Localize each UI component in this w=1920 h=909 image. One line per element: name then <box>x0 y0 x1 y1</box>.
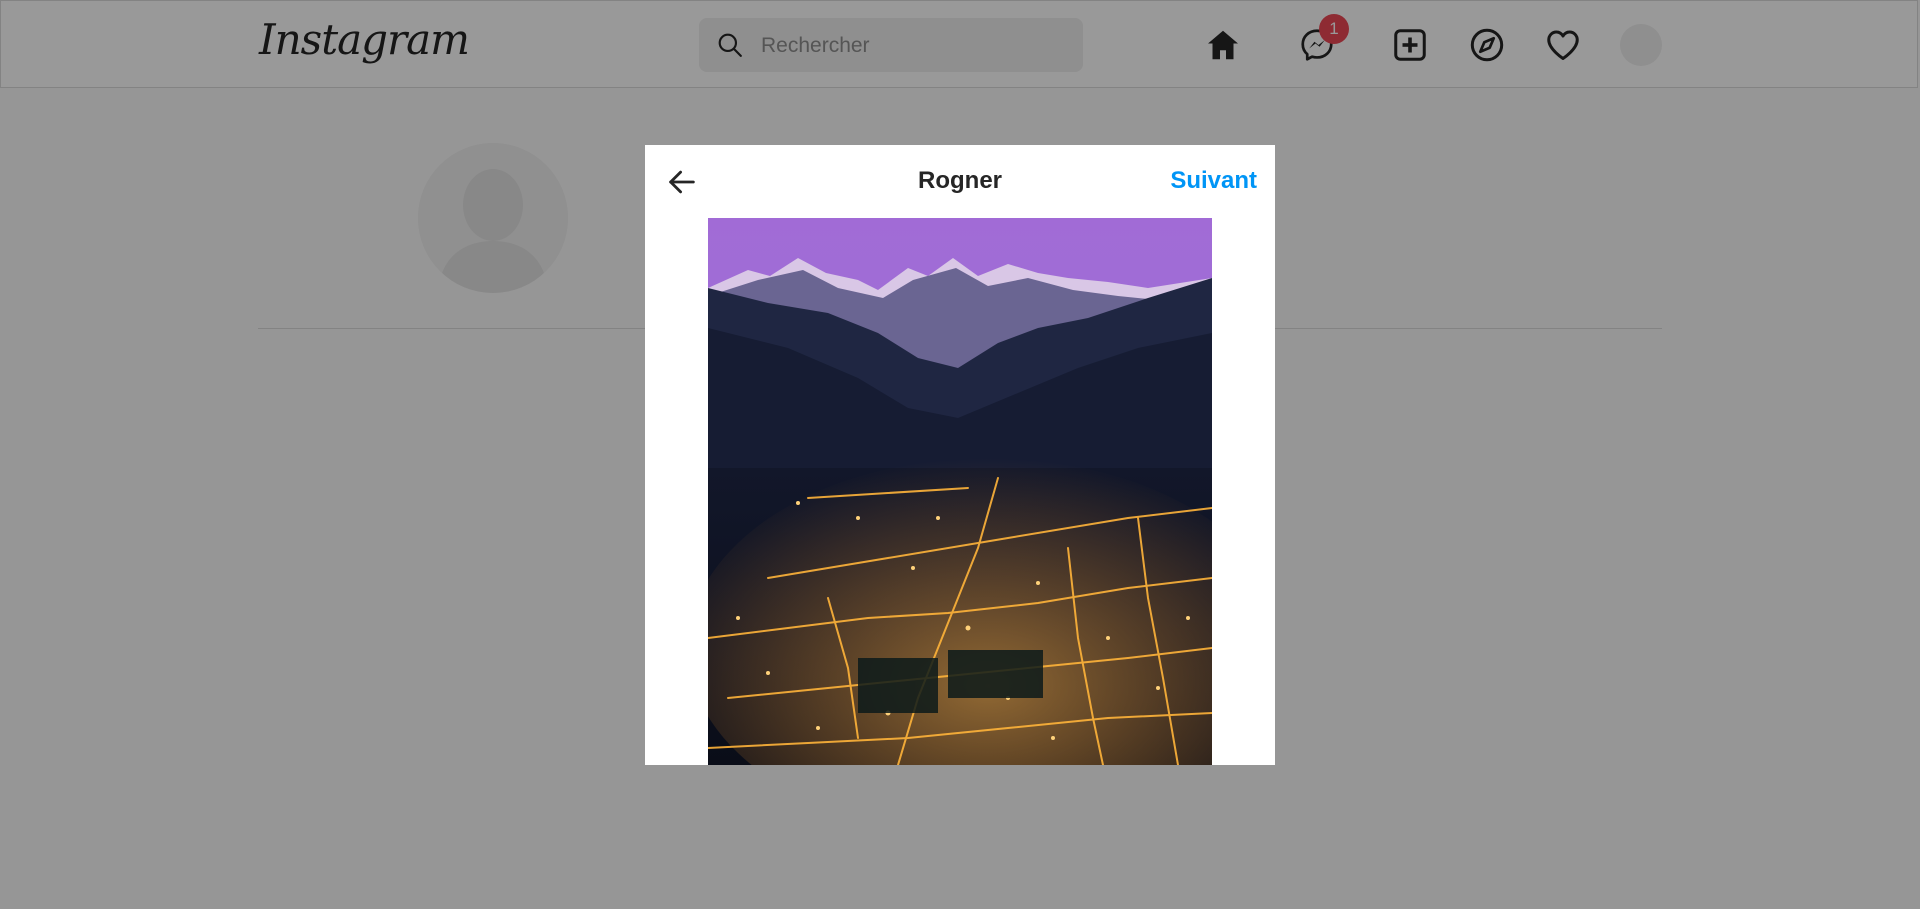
crop-dialog-header: Rogner Suivant <box>645 145 1275 217</box>
crop-dialog: Rogner Suivant <box>645 145 1275 765</box>
arrow-left-icon <box>669 170 695 194</box>
back-button[interactable] <box>665 165 699 199</box>
crop-photo-preview[interactable] <box>708 218 1212 765</box>
next-button[interactable]: Suivant <box>1170 167 1257 195</box>
mountain-city-night-photo <box>708 218 1212 765</box>
